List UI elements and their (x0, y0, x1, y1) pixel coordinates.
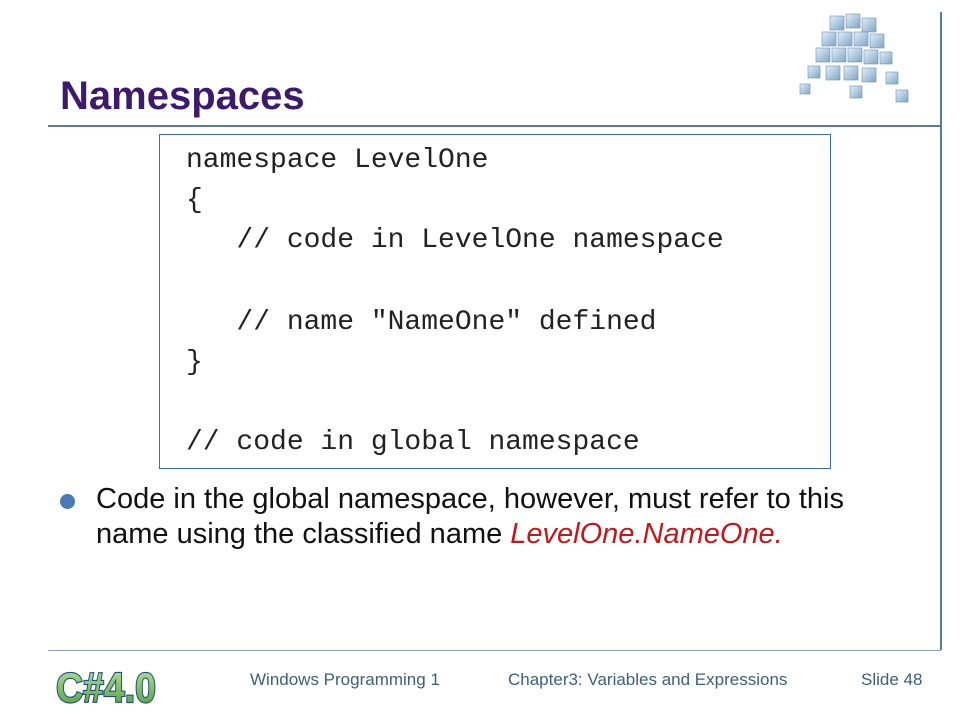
code-line: { (186, 185, 203, 216)
code-line: } (186, 347, 203, 378)
bullet-highlight: LevelOne.NameOne. (510, 518, 783, 550)
title-divider (48, 125, 941, 127)
code-line: namespace LevelOne (186, 145, 489, 176)
bullet-dot-icon (60, 494, 75, 509)
slide-title: Namespaces (60, 74, 305, 118)
csharp-logo: C#4.0 (55, 663, 157, 712)
footer-divider (48, 650, 941, 651)
footer-slide-number: Slide 48 (861, 670, 923, 689)
code-line: // name "NameOne" defined (186, 307, 657, 338)
code-line: // code in LevelOne namespace (186, 225, 724, 256)
bullet-text: Code in the global namespace, however, m… (96, 482, 876, 552)
code-snippet: namespace LevelOne { // code in LevelOne… (159, 134, 831, 469)
cube-stack-icon (799, 13, 909, 103)
logo-text: C#4.0 (56, 664, 156, 711)
right-border (940, 12, 942, 650)
footer-chapter: Chapter3: Variables and Expressions (508, 670, 788, 689)
footer-course: Windows Programming 1 (250, 670, 440, 689)
code-line: // code in global namespace (186, 427, 640, 458)
